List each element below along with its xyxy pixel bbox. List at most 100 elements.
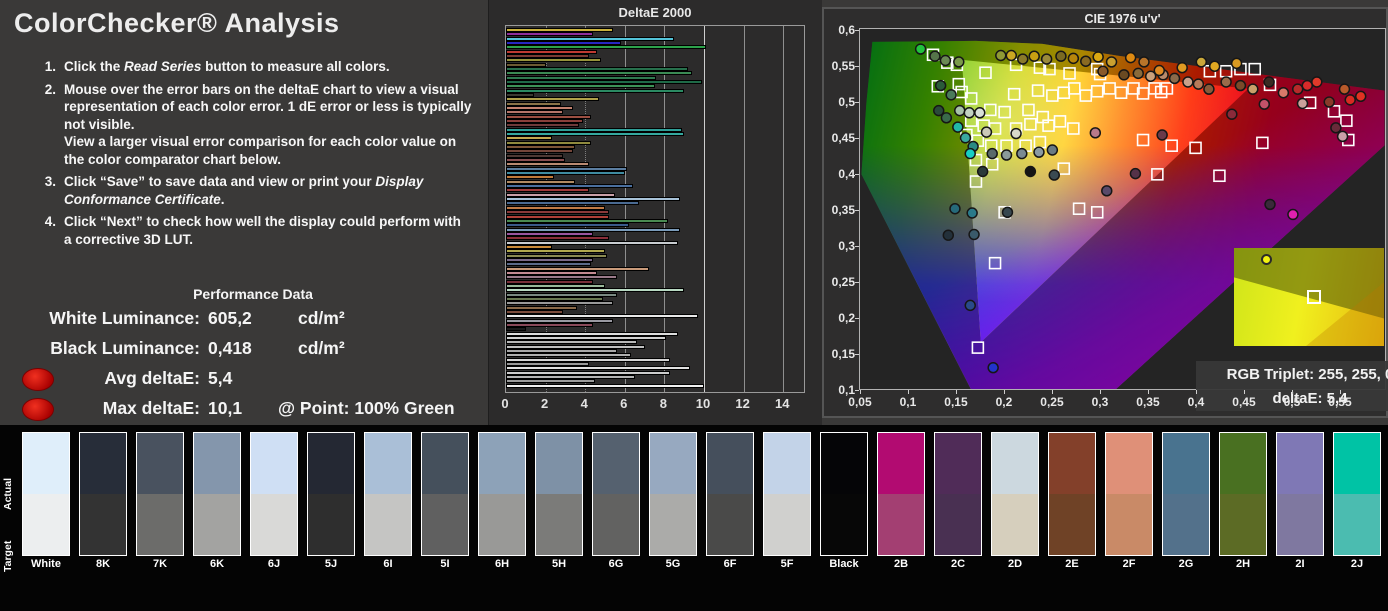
deltae-x-axis: 02468101214 bbox=[505, 396, 805, 416]
performance-suffix: @ Point: 100% Green bbox=[278, 398, 455, 419]
cie-measured-marker bbox=[1340, 84, 1350, 94]
patch-actual-color bbox=[23, 433, 69, 494]
comparator-patch-label: 2H bbox=[1219, 558, 1267, 570]
patch-actual-color bbox=[1106, 433, 1152, 494]
comparator-patch-label: 6H bbox=[478, 558, 526, 570]
comparator-patch bbox=[1048, 432, 1096, 556]
cie-x-tick-label: 0,45 bbox=[1226, 395, 1262, 409]
patch-target-color bbox=[821, 494, 867, 555]
cie-y-tick bbox=[855, 282, 859, 283]
cie-x-tick bbox=[1004, 390, 1005, 394]
cie-measured-marker bbox=[1098, 66, 1108, 76]
cie-measured-marker bbox=[953, 122, 963, 132]
patch-target-color bbox=[707, 494, 753, 555]
cie-measured-marker bbox=[988, 363, 998, 373]
cie-measured-marker bbox=[1264, 77, 1274, 87]
comparator-patch bbox=[364, 432, 412, 556]
cie-measured-marker bbox=[1235, 81, 1245, 91]
cie-y-tick bbox=[855, 66, 859, 67]
cie-measured-marker bbox=[1331, 123, 1341, 133]
performance-row: White Luminance:605,2cd/m² bbox=[0, 305, 488, 335]
cie-x-tick bbox=[1292, 390, 1293, 394]
patch-actual-color bbox=[308, 433, 354, 494]
cie-measured-marker bbox=[964, 108, 974, 118]
comparator-patch bbox=[250, 432, 298, 556]
cie-measured-marker bbox=[1090, 128, 1100, 138]
performance-row: Avg deltaE:5,4 bbox=[0, 365, 488, 395]
comparator-patch bbox=[307, 432, 355, 556]
cie-measured-marker bbox=[965, 149, 975, 159]
performance-value: 5,4 bbox=[208, 368, 232, 389]
cie-measured-marker bbox=[1204, 84, 1214, 94]
cie-measured-marker bbox=[1133, 68, 1143, 78]
cie-measured-marker bbox=[1312, 77, 1322, 87]
cie-x-tick bbox=[1100, 390, 1101, 394]
cie-x-tick bbox=[1244, 390, 1245, 394]
instruction-text: Click the Read Series button to measure … bbox=[64, 58, 390, 76]
instruction-number: 1. bbox=[32, 58, 56, 76]
patch-actual-color bbox=[878, 433, 924, 494]
comparator-patch bbox=[592, 432, 640, 556]
patch-target-color bbox=[80, 494, 126, 555]
comparator-patch-label: White bbox=[22, 558, 70, 570]
cie-measured-marker bbox=[1183, 77, 1193, 87]
comparator-patch bbox=[877, 432, 925, 556]
cie-measured-marker bbox=[950, 204, 960, 214]
deltae-chart-title: DeltaE 2000 bbox=[505, 5, 805, 20]
cie-measured-marker bbox=[1034, 147, 1044, 157]
performance-label: Black Luminance: bbox=[0, 338, 200, 359]
cie-measured-marker bbox=[1017, 149, 1027, 159]
deltae-x-tick-label: 4 bbox=[569, 396, 599, 411]
cie-measured-marker bbox=[1068, 53, 1078, 63]
cie-measured-marker bbox=[1003, 207, 1013, 217]
deltae-bar[interactable] bbox=[506, 384, 704, 388]
comparator-patch bbox=[535, 432, 583, 556]
cie-x-tick-label: 0,05 bbox=[842, 395, 878, 409]
cie-x-tick bbox=[1340, 390, 1341, 394]
patch-target-color bbox=[308, 494, 354, 555]
cie-measured-marker bbox=[1265, 199, 1275, 209]
comparator-patch-label: 2D bbox=[991, 558, 1039, 570]
cie-measured-marker bbox=[1047, 145, 1057, 155]
cie-y-tick bbox=[855, 318, 859, 319]
patch-actual-color bbox=[1049, 433, 1095, 494]
cie-measured-marker bbox=[1248, 84, 1258, 94]
comparator-row-label-target: Target bbox=[2, 501, 20, 611]
cie-chart-panel: CIE 1976 u'v' bbox=[822, 7, 1388, 418]
deltae-x-tick-label: 10 bbox=[688, 396, 718, 411]
comparator-patch bbox=[478, 432, 526, 556]
deltae-x-tick-label: 14 bbox=[767, 396, 797, 411]
patch-actual-color bbox=[650, 433, 696, 494]
performance-value: 10,1 bbox=[208, 398, 242, 419]
instruction-number: 2. bbox=[32, 81, 56, 169]
comparator-patch-label: 6J bbox=[250, 558, 298, 570]
cie-x-tick bbox=[1148, 390, 1149, 394]
cie-y-tick-label: 0,55 bbox=[825, 59, 855, 73]
patch-target-color bbox=[1163, 494, 1209, 555]
cie-measured-marker bbox=[1298, 98, 1308, 108]
comparator-patch-label: 5J bbox=[307, 558, 355, 570]
performance-unit: cd/m² bbox=[298, 338, 345, 359]
cie-measured-marker bbox=[1154, 66, 1164, 76]
cie-measured-marker bbox=[1102, 186, 1112, 196]
deltae-gridline bbox=[783, 26, 784, 392]
cie-y-tick bbox=[855, 30, 859, 31]
cie-y-tick-label: 0,35 bbox=[825, 203, 855, 217]
cie-measured-marker bbox=[967, 208, 977, 218]
performance-row: Max deltaE:10,1@ Point: 100% Green bbox=[0, 395, 488, 425]
instruction-item: 1. Click the Read Series button to measur… bbox=[32, 58, 472, 76]
cie-measured-marker bbox=[916, 44, 926, 54]
cie-target-marker bbox=[1249, 64, 1260, 75]
cie-measured-marker bbox=[1056, 51, 1066, 61]
patch-actual-color bbox=[536, 433, 582, 494]
patch-actual-color bbox=[1220, 433, 1266, 494]
cie-measured-marker bbox=[940, 56, 950, 66]
cie-measured-marker bbox=[1193, 79, 1203, 89]
comparator-patch bbox=[1276, 432, 1324, 556]
patch-actual-color bbox=[764, 433, 810, 494]
patch-target-color bbox=[422, 494, 468, 555]
cie-measured-marker bbox=[961, 133, 971, 143]
cie-plot-area: RGB Triplet: 255, 255, 0 deltaE: 5,4 bbox=[859, 28, 1386, 390]
cie-x-tick-label: 0,4 bbox=[1178, 395, 1214, 409]
patch-target-color bbox=[764, 494, 810, 555]
